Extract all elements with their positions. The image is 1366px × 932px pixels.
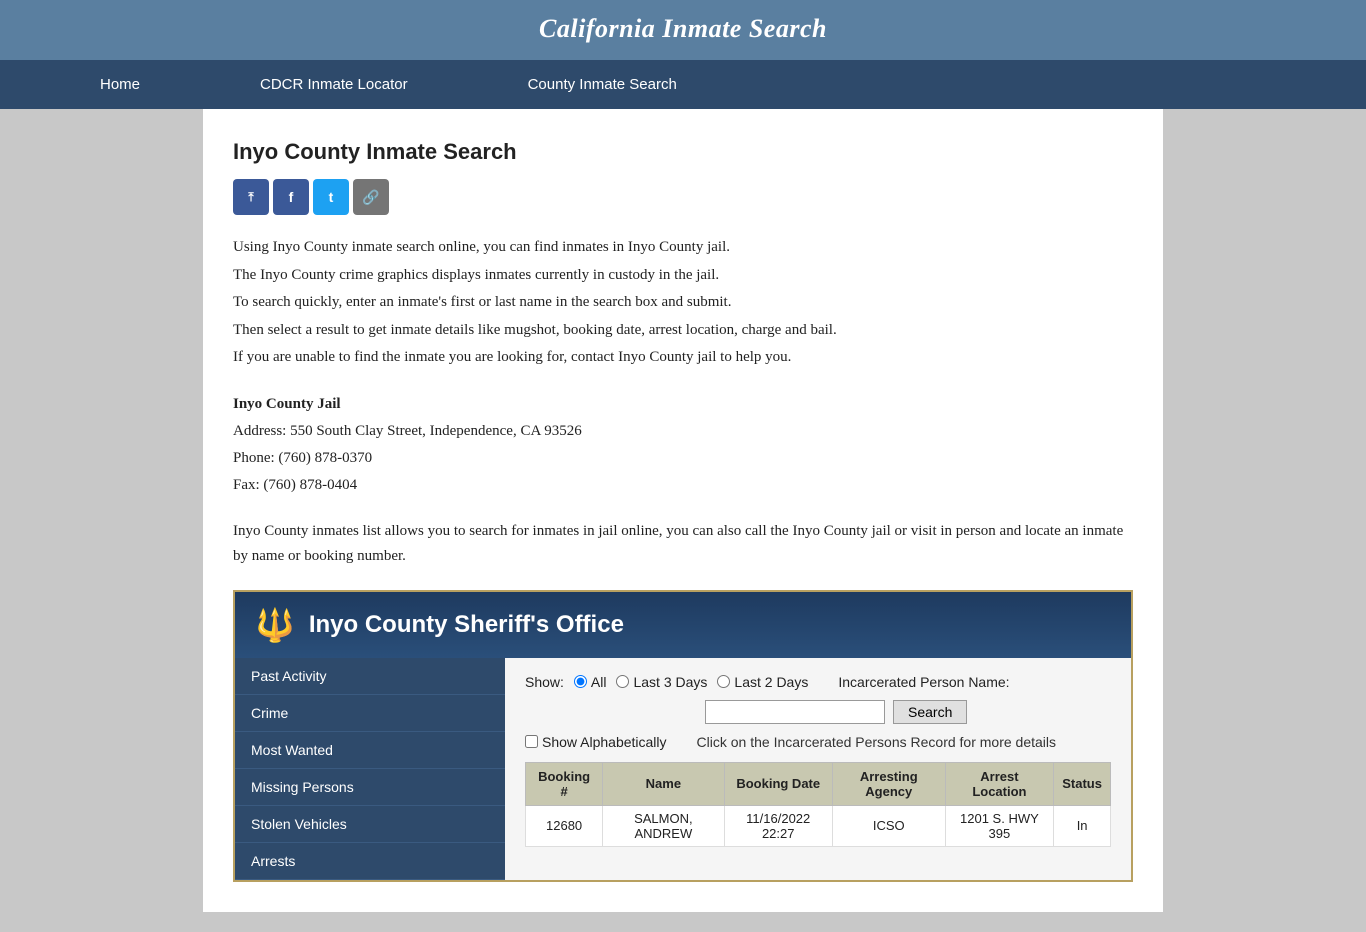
jail-address: Address: 550 South Clay Street, Independ… [233, 418, 1133, 445]
twitter-button[interactable]: t [313, 179, 349, 215]
page-title: Inyo County Inmate Search [233, 139, 1133, 165]
search-input-row: Search [705, 700, 1111, 724]
table-cell: 1201 S. HWY 395 [945, 805, 1054, 846]
nav-county[interactable]: County Inmate Search [468, 60, 737, 109]
table-cell: 12680 [526, 805, 603, 846]
col-arrest-location: Arrest Location [945, 762, 1054, 805]
desc-line-1: Using Inyo County inmate search online, … [233, 235, 1133, 261]
search-input[interactable] [705, 700, 885, 724]
social-buttons: ⤒ f t 🔗 [233, 179, 1133, 215]
radio-last2-text: Last 2 Days [734, 674, 808, 690]
sidebar-stolen-vehicles[interactable]: Stolen Vehicles [235, 806, 505, 843]
facebook-icon: f [289, 189, 294, 205]
copy-link-button[interactable]: 🔗 [353, 179, 389, 215]
desc-line-5: If you are unable to find the inmate you… [233, 345, 1133, 371]
radio-all-text: All [591, 674, 607, 690]
col-booking: Booking # [526, 762, 603, 805]
facebook-button[interactable]: f [273, 179, 309, 215]
jail-fax: Fax: (760) 878-0404 [233, 472, 1133, 499]
desc-line-2: The Inyo County crime graphics displays … [233, 263, 1133, 289]
inmate-table: Booking # Name Booking Date Arresting Ag… [525, 762, 1111, 847]
share-icon: ⤒ [248, 190, 253, 205]
show-alpha-label[interactable]: Show Alphabetically [525, 734, 667, 750]
radio-all[interactable] [574, 675, 587, 688]
search-button[interactable]: Search [893, 700, 967, 724]
col-name: Name [603, 762, 724, 805]
click-info: Click on the Incarcerated Persons Record… [697, 734, 1057, 750]
show-alpha-text: Show Alphabetically [542, 734, 667, 750]
main-nav: Home CDCR Inmate Locator County Inmate S… [0, 60, 1366, 109]
jail-phone: Phone: (760) 878-0370 [233, 445, 1133, 472]
sheriff-header: 🔱 Inyo County Sheriff's Office [235, 592, 1131, 658]
table-header-row: Booking # Name Booking Date Arresting Ag… [526, 762, 1111, 805]
content-wrapper: Inyo County Inmate Search ⤒ f t 🔗 Using … [203, 109, 1163, 912]
radio-last2[interactable] [717, 675, 730, 688]
col-arresting-agency: Arresting Agency [832, 762, 945, 805]
nav-cdcr[interactable]: CDCR Inmate Locator [200, 60, 468, 109]
radio-last3-label[interactable]: Last 3 Days [616, 674, 707, 690]
sheriff-body: Past Activity Crime Most Wanted Missing … [235, 658, 1131, 880]
sidebar-missing-persons[interactable]: Missing Persons [235, 769, 505, 806]
table-cell: ICSO [832, 805, 945, 846]
site-title: California Inmate Search [20, 14, 1346, 44]
site-header: California Inmate Search [0, 0, 1366, 60]
show-label: Show: [525, 674, 564, 690]
link-icon: 🔗 [362, 189, 379, 206]
show-row: Show: All Last 3 Days Last 2 Days [525, 674, 1111, 690]
radio-last3-text: Last 3 Days [633, 674, 707, 690]
sidebar-crime[interactable]: Crime [235, 695, 505, 732]
jail-name: Inyo County Jail [233, 391, 1133, 418]
badge-icon: 🔱 [255, 606, 295, 644]
radio-last3[interactable] [616, 675, 629, 688]
sidebar-arrests[interactable]: Arrests [235, 843, 505, 880]
table-cell: In [1054, 805, 1111, 846]
sheriff-sidebar: Past Activity Crime Most Wanted Missing … [235, 658, 505, 880]
nav-home[interactable]: Home [40, 60, 200, 109]
bottom-desc-text: Inyo County inmates list allows you to s… [233, 519, 1133, 570]
description-block: Using Inyo County inmate search online, … [233, 235, 1133, 371]
inmate-tbody: 12680SALMON, ANDREW11/16/2022 22:27ICSO1… [526, 805, 1111, 846]
show-alpha-checkbox[interactable] [525, 735, 538, 748]
incarcerated-label: Incarcerated Person Name: [838, 674, 1009, 690]
twitter-icon: t [329, 189, 334, 205]
sheriff-search-area: Show: All Last 3 Days Last 2 Days [505, 658, 1131, 880]
sheriff-widget: 🔱 Inyo County Sheriff's Office Past Acti… [233, 590, 1133, 882]
radio-all-label[interactable]: All [574, 674, 607, 690]
table-cell: 11/16/2022 22:27 [724, 805, 832, 846]
desc-line-4: Then select a result to get inmate detai… [233, 318, 1133, 344]
show-alpha-row: Show Alphabetically Click on the Incarce… [525, 734, 1111, 750]
sidebar-most-wanted[interactable]: Most Wanted [235, 732, 505, 769]
table-row[interactable]: 12680SALMON, ANDREW11/16/2022 22:27ICSO1… [526, 805, 1111, 846]
col-status: Status [1054, 762, 1111, 805]
bottom-desc: Inyo County inmates list allows you to s… [233, 519, 1133, 570]
jail-info: Inyo County Jail Address: 550 South Clay… [233, 391, 1133, 499]
table-cell: SALMON, ANDREW [603, 805, 724, 846]
sheriff-title: Inyo County Sheriff's Office [309, 611, 624, 639]
desc-line-3: To search quickly, enter an inmate's fir… [233, 290, 1133, 316]
share-button[interactable]: ⤒ [233, 179, 269, 215]
radio-last2-label[interactable]: Last 2 Days [717, 674, 808, 690]
sidebar-past-activity[interactable]: Past Activity [235, 658, 505, 695]
col-booking-date: Booking Date [724, 762, 832, 805]
